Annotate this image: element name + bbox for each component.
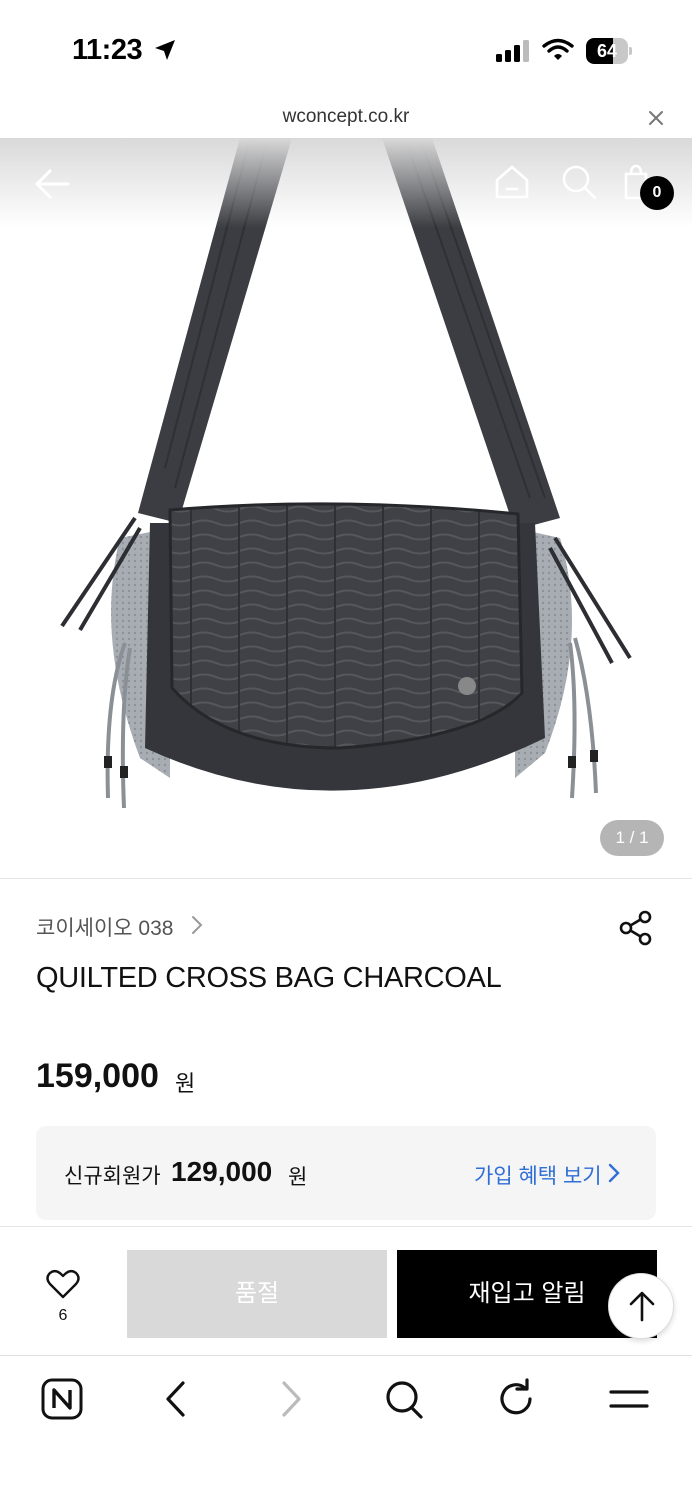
soldout-button[interactable]: 품절 (127, 1250, 387, 1338)
share-icon[interactable] (618, 910, 654, 946)
wishlist-button[interactable]: 6 (38, 1265, 88, 1325)
refresh-icon[interactable] (497, 1378, 537, 1420)
signal-icon (496, 40, 529, 62)
member-price: 129,000 (171, 1156, 273, 1187)
benefit-link[interactable]: 가입 혜택 보기 (474, 1160, 602, 1190)
nav-back-icon[interactable] (163, 1378, 189, 1420)
product-image-gallery[interactable]: 0 1 / 1 (0, 138, 692, 878)
cart-count-badge[interactable]: 0 (640, 176, 674, 210)
wishlist-count: 6 (58, 1307, 68, 1324)
product-title: QUILTED CROSS BAG CHARCOAL (36, 962, 502, 994)
search-icon[interactable] (561, 164, 597, 200)
status-bar: 11:23 64 (0, 0, 692, 100)
member-price-box: 신규회원가 129,000 원 가입 혜택 보기 (36, 1126, 656, 1220)
member-price-unit: 원 (288, 1166, 308, 1189)
arrow-up-icon[interactable] (628, 1290, 656, 1322)
purchase-action-bar: 6 품절 재입고 알림 (0, 1227, 692, 1355)
browser-toolbar (0, 1355, 692, 1500)
back-arrow-icon[interactable] (34, 166, 70, 202)
member-price-label: 신규회원가 (64, 1165, 161, 1188)
battery-icon: 64 (586, 38, 632, 64)
location-arrow-icon (155, 40, 175, 60)
gallery-pager: 1 / 1 (600, 820, 664, 856)
scroll-to-top-button[interactable] (608, 1273, 674, 1339)
brand-link[interactable]: 코이세이오 038 (36, 912, 173, 942)
divider (0, 878, 692, 879)
url-bar[interactable]: wconcept.co.kr (0, 100, 692, 138)
close-icon[interactable] (646, 108, 666, 128)
chevron-right-icon[interactable] (608, 1163, 620, 1183)
battery-level: 64 (596, 41, 618, 61)
search-icon[interactable] (384, 1378, 424, 1420)
heart-icon[interactable] (46, 1269, 80, 1299)
product-price: 159,000 (36, 1057, 159, 1095)
naver-icon[interactable] (41, 1378, 83, 1420)
product-image (60, 138, 632, 809)
home-icon[interactable] (494, 164, 530, 200)
chevron-right-icon[interactable] (190, 914, 204, 936)
price-unit: 원 (175, 1071, 196, 1096)
status-time: 11:23 (72, 34, 143, 66)
wifi-icon (542, 38, 574, 60)
menu-icon[interactable] (608, 1378, 650, 1420)
url-text[interactable]: wconcept.co.kr (0, 106, 692, 128)
nav-forward-icon[interactable] (278, 1378, 304, 1420)
